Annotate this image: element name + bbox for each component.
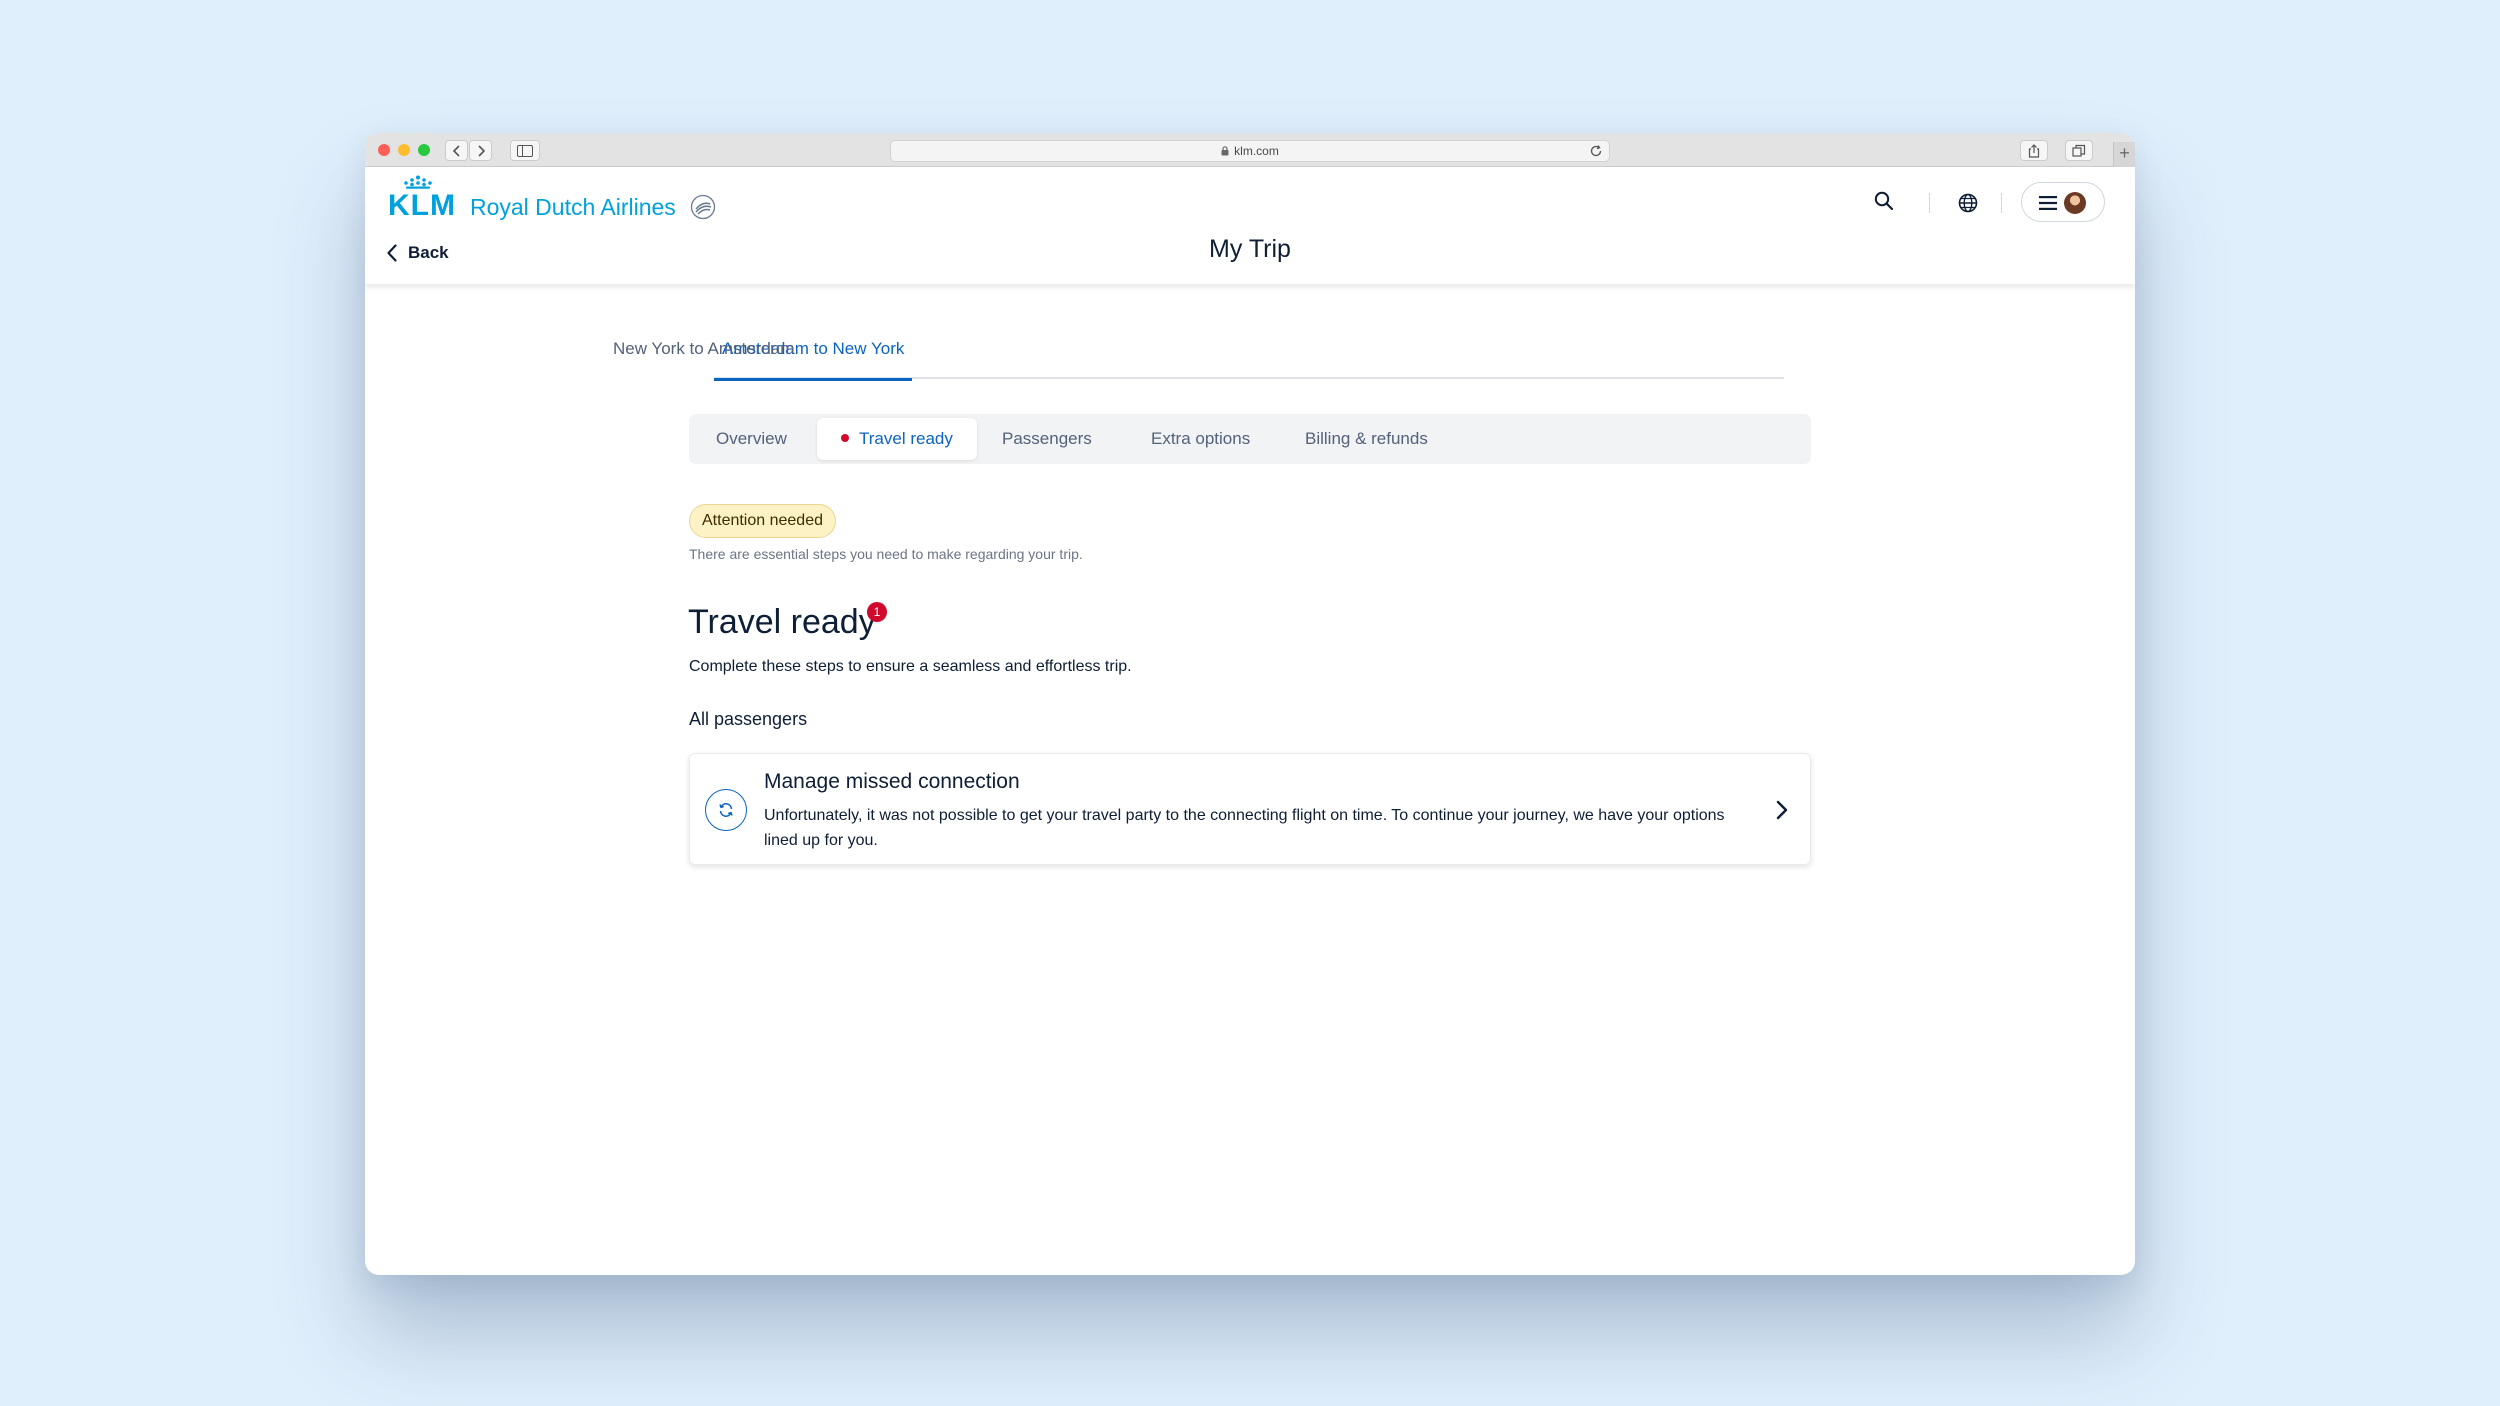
share-icon <box>2028 144 2040 158</box>
status-badge: Attention needed <box>689 504 836 538</box>
account-menu-button[interactable] <box>2021 182 2105 222</box>
crown-icon <box>404 175 432 189</box>
tab-billing-refunds[interactable]: Billing & refunds <box>1305 418 1428 460</box>
zoom-window-button[interactable] <box>418 144 430 156</box>
browser-forward-button[interactable] <box>469 140 492 161</box>
tabs-icon <box>2072 144 2086 157</box>
tab-extra-options[interactable]: Extra options <box>1151 418 1250 460</box>
search-icon[interactable] <box>1874 191 1894 211</box>
avatar <box>2064 192 2086 214</box>
group-label: All passengers <box>689 709 808 729</box>
new-tab-button[interactable]: + <box>2113 142 2135 167</box>
tab-new-york-to-amsterdam[interactable]: New York to Amsterdam <box>613 319 794 379</box>
card-text: Unfortunately, it was not possible to ge… <box>764 807 1725 849</box>
share-button[interactable] <box>2020 140 2048 161</box>
tab-travel-ready-label: Travel ready <box>859 429 953 448</box>
brand-name: Royal Dutch Airlines <box>469 194 676 220</box>
site-header: KLM Royal Dutch Airlines Back My Trip <box>365 167 2135 284</box>
chevron-right-icon <box>1776 800 1788 820</box>
tab-travel-ready[interactable]: Travel ready <box>817 418 977 460</box>
status-description: There are essential steps you need to ma… <box>689 546 1083 562</box>
sidebar-toggle-button[interactable] <box>510 140 540 161</box>
count-badge: 1 <box>867 602 887 622</box>
alert-dot <box>841 434 849 442</box>
skyteam-icon <box>690 194 715 220</box>
section-title: Travel ready <box>688 603 876 641</box>
browser-window: klm.com + KLM Royal Dutch Airlines Back … <box>365 133 2135 1275</box>
refresh-icon <box>719 803 733 817</box>
card-title: Manage missed connection <box>764 770 1020 793</box>
rebook-icon-circle <box>705 789 747 831</box>
address-bar[interactable]: klm.com <box>890 140 1610 162</box>
section-lead: Complete these steps to ensure a seamles… <box>689 658 1132 675</box>
minimize-window-button[interactable] <box>398 144 410 156</box>
globe-icon[interactable] <box>1958 193 1978 213</box>
missed-connection-card[interactable]: Manage missed connection Unfortunately, … <box>689 753 1811 865</box>
chevron-left-icon <box>452 145 460 157</box>
tabs-overview-button[interactable] <box>2065 140 2093 161</box>
header-divider <box>2001 193 2002 213</box>
reload-icon[interactable] <box>1589 144 1603 158</box>
route-tabs: Amsterdam to New York New York to Amster… <box>613 319 1784 381</box>
sidebar-icon <box>517 145 533 157</box>
header-divider <box>1929 193 1930 213</box>
klm-logo[interactable]: KLM Royal Dutch Airlines <box>388 175 716 221</box>
lock-icon <box>1221 146 1229 156</box>
page-title: My Trip <box>1209 235 1291 263</box>
tab-passengers[interactable]: Passengers <box>1002 418 1092 460</box>
hamburger-menu-icon <box>2039 196 2057 210</box>
chevron-right-icon <box>478 145 486 157</box>
tab-overview[interactable]: Overview <box>716 418 787 460</box>
close-window-button[interactable] <box>378 144 390 156</box>
address-url: klm.com <box>1234 144 1279 158</box>
browser-toolbar: klm.com + <box>365 133 2135 167</box>
section-tabs: Overview Travel ready Passengers Extra o… <box>689 414 1811 464</box>
browser-back-button[interactable] <box>445 140 468 161</box>
